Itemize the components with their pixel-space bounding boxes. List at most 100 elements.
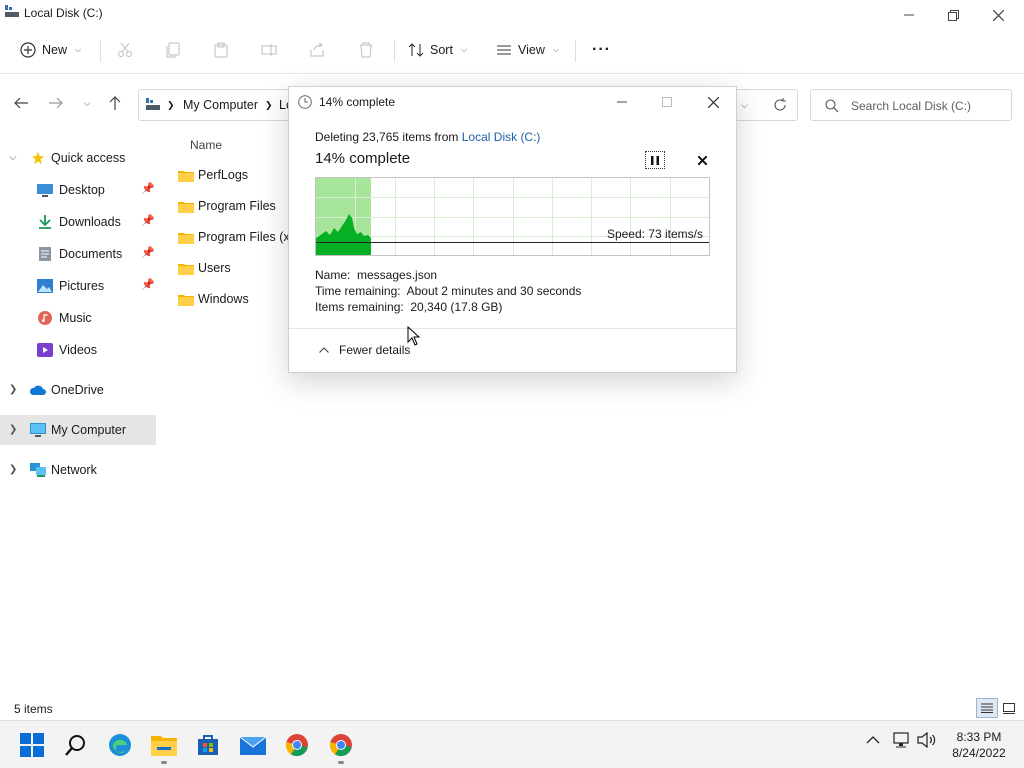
file-name: Windows xyxy=(198,292,249,306)
dialog-maximize-button[interactable] xyxy=(655,91,679,113)
chrome-icon xyxy=(329,734,352,757)
search-box[interactable]: Search Local Disk (C:) xyxy=(810,89,1012,121)
drive-icon xyxy=(146,98,160,110)
pause-button[interactable] xyxy=(645,151,665,169)
sidebar-item-documents[interactable]: Documents 📌 xyxy=(0,239,156,269)
search-button[interactable] xyxy=(60,729,92,761)
chevron-down-icon: ⌵ xyxy=(75,45,82,54)
sidebar-item-onedrive[interactable]: ❯ OneDrive xyxy=(0,375,156,405)
view-button[interactable]: View ⌵ xyxy=(496,30,559,70)
delete-button[interactable] xyxy=(358,30,374,70)
details-view-button[interactable] xyxy=(976,698,998,718)
chrome-button[interactable] xyxy=(325,729,357,764)
title-bar: Local Disk (C:) xyxy=(0,0,1024,30)
chevron-down-icon: ⌵ xyxy=(460,45,468,54)
chevron-down-icon[interactable]: ⌵ xyxy=(9,152,19,163)
chevron-up-icon xyxy=(866,736,880,744)
divider xyxy=(100,40,101,62)
store-button[interactable] xyxy=(192,729,224,761)
sidebar-item-label: Pictures xyxy=(59,279,105,293)
sidebar-item-pictures[interactable]: Pictures 📌 xyxy=(0,271,156,301)
sidebar-item-music[interactable]: Music xyxy=(0,303,156,333)
volume-button[interactable] xyxy=(917,731,937,751)
sort-label: Sort xyxy=(430,43,453,57)
picture-icon xyxy=(37,279,53,293)
rename-button[interactable] xyxy=(261,30,277,70)
system-clock[interactable]: 8:33 PM 8/24/2022 xyxy=(944,729,1014,761)
more-options-button[interactable]: ··· xyxy=(592,30,611,70)
sidebar-item-videos[interactable]: Videos xyxy=(0,335,156,365)
pin-icon[interactable]: 📌 xyxy=(141,214,155,227)
up-button[interactable] xyxy=(104,90,126,116)
window-title: Local Disk (C:) xyxy=(24,6,103,20)
forward-button[interactable] xyxy=(45,90,67,116)
restore-button[interactable] xyxy=(941,4,965,26)
mail-button[interactable] xyxy=(237,729,269,761)
pin-icon[interactable]: 📌 xyxy=(141,246,155,259)
sidebar-item-desktop[interactable]: Desktop 📌 xyxy=(0,175,156,205)
item-count: 5 items xyxy=(14,702,53,716)
chevron-right-icon[interactable]: ❯ xyxy=(9,464,19,475)
sidebar-item-my-computer[interactable]: ❯ My Computer xyxy=(0,415,156,445)
new-button[interactable]: New ⌵ xyxy=(20,30,81,70)
speaker-icon xyxy=(917,731,936,749)
sidebar-item-network[interactable]: ❯ Network xyxy=(0,455,156,485)
sidebar-item-label: My Computer xyxy=(51,423,127,437)
restore-icon xyxy=(947,9,959,21)
refresh-icon[interactable] xyxy=(773,98,787,112)
fewer-details-button[interactable]: Fewer details xyxy=(319,343,410,357)
show-hidden-icons-button[interactable] xyxy=(866,734,880,748)
start-button[interactable] xyxy=(16,729,48,761)
delete-progress-dialog: 14% complete Deleting 23,765 items from … xyxy=(288,86,737,373)
chrome-button[interactable] xyxy=(281,729,313,761)
minimize-icon xyxy=(617,101,627,103)
chevron-right-icon[interactable]: ❯ xyxy=(9,384,19,395)
dialog-minimize-button[interactable] xyxy=(610,91,634,113)
back-button[interactable] xyxy=(10,90,32,116)
minimize-button[interactable] xyxy=(897,4,921,26)
sidebar-item-downloads[interactable]: Downloads 📌 xyxy=(0,207,156,237)
cut-button[interactable] xyxy=(117,30,133,70)
share-button[interactable] xyxy=(309,30,325,70)
folder-icon xyxy=(178,202,194,213)
search-placeholder: Search Local Disk (C:) xyxy=(851,99,972,113)
arrow-left-icon xyxy=(14,97,28,109)
tiles-view-button[interactable] xyxy=(998,698,1020,718)
sort-button[interactable]: Sort ⌵ xyxy=(408,30,467,70)
recent-locations-button[interactable]: ⌵ xyxy=(76,90,98,116)
sidebar-item-quick-access[interactable]: ⌵ Quick access xyxy=(0,143,156,173)
paste-icon xyxy=(214,42,228,58)
chevron-up-icon xyxy=(319,347,329,353)
document-icon xyxy=(39,247,51,261)
tile-view-icon xyxy=(1003,702,1015,714)
dialog-close-button[interactable] xyxy=(701,91,725,113)
taskbar: 8:33 PM 8/24/2022 xyxy=(0,720,1024,768)
sidebar-item-label: Network xyxy=(51,463,97,477)
copy-button[interactable] xyxy=(165,30,181,70)
chevron-right-icon: ❯ xyxy=(167,100,175,110)
source-link[interactable]: Local Disk (C:) xyxy=(462,130,541,144)
minimize-icon xyxy=(904,14,914,16)
copy-icon xyxy=(166,42,180,58)
arrow-up-icon xyxy=(109,96,121,110)
chevron-right-icon[interactable]: ❯ xyxy=(9,424,19,435)
folder-icon xyxy=(151,736,177,756)
paste-button[interactable] xyxy=(213,30,229,70)
cloud-icon xyxy=(30,385,46,395)
file-explorer-button[interactable] xyxy=(148,729,180,764)
breadcrumb-my-computer[interactable]: My Computer xyxy=(183,98,258,112)
cancel-button[interactable] xyxy=(693,151,711,169)
sidebar-item-label: Quick access xyxy=(51,151,126,165)
status-bar: 5 items xyxy=(0,696,1024,720)
network-status-button[interactable] xyxy=(893,732,911,751)
close-button[interactable] xyxy=(986,4,1010,26)
sidebar-item-label: Downloads xyxy=(59,215,121,229)
percent-complete: 14% complete xyxy=(315,150,411,167)
pin-icon[interactable]: 📌 xyxy=(141,182,155,195)
column-header-name[interactable]: Name xyxy=(190,138,222,152)
pin-icon[interactable]: 📌 xyxy=(141,278,155,291)
edge-button[interactable] xyxy=(104,729,136,761)
sidebar-item-label: Music xyxy=(59,311,92,325)
sidebar-item-label: Desktop xyxy=(59,183,105,197)
chevron-down-icon[interactable]: ⌵ xyxy=(741,100,748,111)
